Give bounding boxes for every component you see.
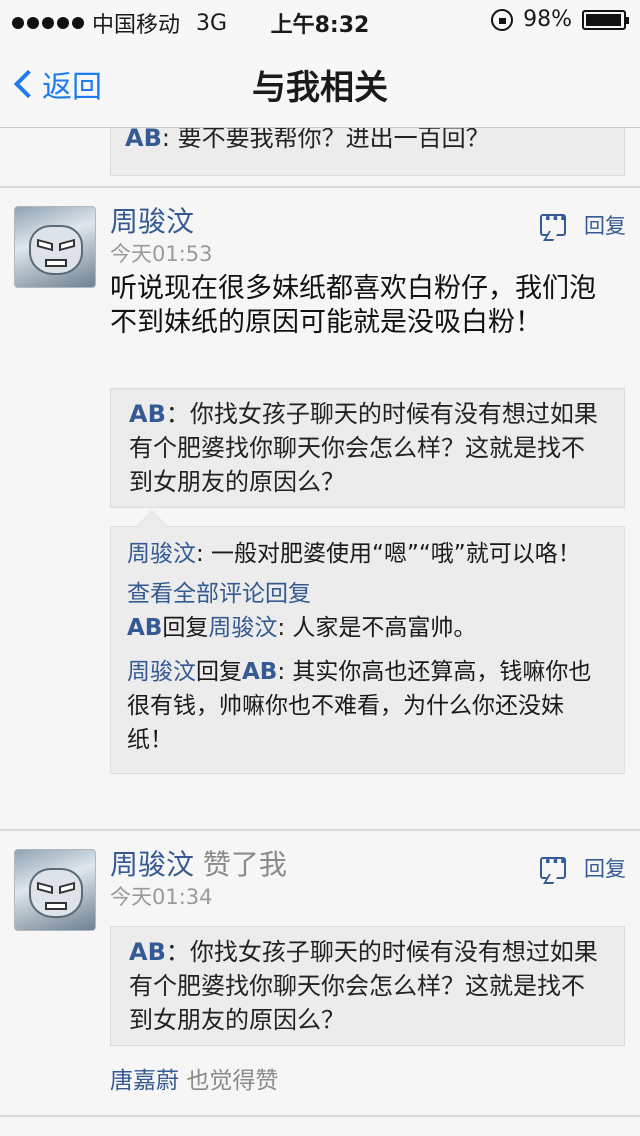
user-name[interactable]: 周骏汶 bbox=[110, 200, 194, 240]
quote-text: ：你找女孩子聊天的时候有没有想过如果有个肥婆找你聊天你会怎么样？这就是找不到女朋… bbox=[129, 400, 598, 496]
comment-icon bbox=[540, 849, 567, 879]
comment-author[interactable]: 周骏汶 bbox=[127, 541, 196, 567]
quote-author[interactable]: AB bbox=[129, 938, 166, 966]
reply-target[interactable]: AB bbox=[242, 659, 277, 685]
post-text: 听说现在很多妹纸都喜欢白粉仔，我们泡不到妹纸的原因可能就是没吸白粉！ bbox=[110, 273, 596, 338]
notification-card: 周骏汶 赞了我 今天01:34 回复 AB：你找女孩子聊天的时候有没有想过如果有… bbox=[0, 831, 640, 1111]
action-text: 赞了我 bbox=[202, 848, 287, 881]
comment-author[interactable]: AB bbox=[127, 615, 162, 641]
comment-text: : 一般对肥婆使用“嗯”“哦”就可以咯！ bbox=[196, 541, 581, 567]
view-all-comments-link[interactable]: 查看全部评论回复 bbox=[127, 577, 608, 611]
comment-item[interactable]: 周骏汶: 一般对肥婆使用“嗯”“哦”就可以咯！ bbox=[127, 537, 608, 571]
page-title: 与我相关 bbox=[252, 68, 388, 108]
timestamp: 今天01:34 bbox=[110, 885, 213, 909]
battery-icon bbox=[582, 9, 629, 30]
divider bbox=[0, 1115, 640, 1117]
avatar[interactable] bbox=[14, 849, 96, 931]
comment-item[interactable]: 周骏汶回复AB: 其实你高也还算高，钱嘛你也很有钱，帅嘛你也不难看，为什么你还没… bbox=[127, 655, 608, 757]
quote-author[interactable]: AB bbox=[125, 128, 162, 152]
quote-text: ：你找女孩子聊天的时候有没有想过如果有个肥婆找你聊天你会怎么样？这就是找不到女朋… bbox=[129, 938, 598, 1034]
status-bar: 中国移动 3G 上午8:32 98% bbox=[0, 0, 640, 40]
timestamp: 今天01:53 bbox=[110, 242, 213, 266]
comment-text: : 人家是不高富帅。 bbox=[277, 615, 477, 641]
quote-author[interactable]: AB bbox=[129, 400, 166, 428]
likers-row: 唐嘉蔚 也觉得赞 bbox=[110, 1061, 278, 1095]
quote-text: : 要不要我帮你？进出一百回？ bbox=[161, 128, 490, 152]
comment-icon bbox=[540, 206, 567, 236]
notification-card: 周骏汶 今天01:53 回复 听说现在很多妹纸都喜欢白粉仔，我们泡不到妹纸的原因… bbox=[0, 188, 640, 828]
quoted-post[interactable]: AB：你找女孩子聊天的时候有没有想过如果有个肥婆找你聊天你会怎么样？这就是找不到… bbox=[110, 926, 625, 1046]
liker-name[interactable]: 唐嘉蔚 bbox=[110, 1068, 179, 1094]
battery-percent: 98% bbox=[523, 7, 572, 32]
user-name[interactable]: 周骏汶 bbox=[110, 848, 194, 881]
comment-item[interactable]: AB回复周骏汶: 人家是不高富帅。 bbox=[127, 611, 608, 645]
comment-author[interactable]: 周骏汶 bbox=[127, 659, 196, 685]
reply-word: 回复 bbox=[196, 659, 242, 685]
quoted-post[interactable]: AB：你找女孩子聊天的时候有没有想过如果有个肥婆找你聊天你会怎么样？这就是找不到… bbox=[110, 388, 625, 508]
avatar[interactable] bbox=[14, 206, 96, 288]
comments-box: 周骏汶: 一般对肥婆使用“嗯”“哦”就可以咯！ 查看全部评论回复 AB回复周骏汶… bbox=[110, 510, 625, 774]
reply-word: 回复 bbox=[162, 615, 209, 641]
reply-button[interactable]: 回复 bbox=[540, 206, 626, 240]
notification-list[interactable]: AB: 要不要我帮你？进出一百回？ 周骏汶 今天01:53 回复 听说现在很多妹… bbox=[0, 128, 640, 1136]
reply-button[interactable]: 回复 bbox=[540, 849, 626, 883]
orientation-lock-icon bbox=[491, 8, 514, 31]
liker-text: 也觉得赞 bbox=[186, 1068, 279, 1094]
reply-label: 回复 bbox=[584, 857, 626, 881]
navigation-bar: 返回 与我相关 bbox=[0, 40, 640, 128]
reply-target[interactable]: 周骏汶 bbox=[208, 615, 277, 641]
previous-quote[interactable]: AB: 要不要我帮你？进出一百回？ bbox=[110, 128, 625, 176]
reply-label: 回复 bbox=[584, 214, 626, 238]
